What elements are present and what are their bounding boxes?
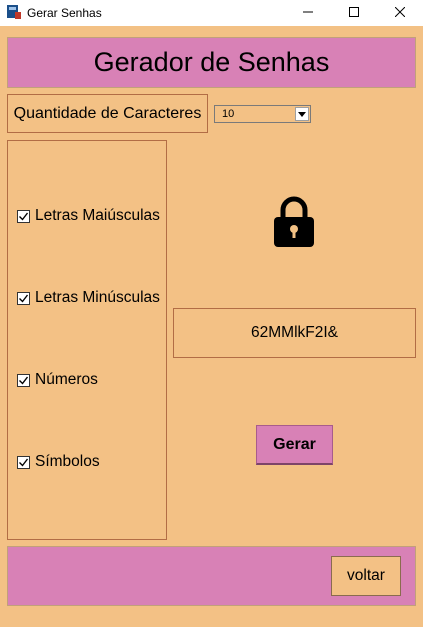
lowercase-label: Letras Minúsculas (35, 289, 160, 306)
length-label: Quantidade de Caracteres (13, 104, 202, 122)
option-uppercase[interactable]: Letras Maiúsculas (17, 206, 160, 226)
generate-button-label: Gerar (273, 435, 316, 453)
numbers-checkbox[interactable] (17, 373, 30, 387)
length-select[interactable]: 10 (214, 105, 311, 123)
lock-icon (272, 196, 316, 248)
option-lowercase[interactable]: Letras Minúsculas (17, 288, 160, 308)
uppercase-checkbox[interactable] (17, 209, 30, 223)
minimize-button[interactable] (285, 0, 331, 26)
window-title: Gerar Senhas (27, 6, 102, 20)
numbers-label: Números (35, 371, 98, 388)
password-output: 62MMlkF2I& (173, 308, 416, 358)
option-numbers[interactable]: Números (17, 370, 98, 390)
dropdown-arrow-icon[interactable] (295, 107, 309, 121)
app-icon (6, 4, 22, 20)
maximize-button[interactable] (331, 0, 377, 26)
back-button[interactable]: voltar (331, 556, 401, 596)
generate-button[interactable]: Gerar (256, 425, 333, 465)
window-titlebar[interactable]: Gerar Senhas (0, 0, 423, 26)
options-panel: Letras Maiúsculas Letras Minúsculas Núme… (7, 140, 167, 540)
close-icon (394, 4, 406, 22)
lowercase-checkbox[interactable] (17, 291, 30, 305)
header-banner: Gerador de Senhas (7, 37, 416, 88)
back-button-label: voltar (347, 567, 385, 584)
option-symbols[interactable]: Símbolos (17, 452, 100, 472)
symbols-checkbox[interactable] (17, 455, 30, 469)
minimize-icon (303, 4, 313, 22)
length-label-box: Quantidade de Caracteres (7, 94, 208, 133)
page-title: Gerador de Senhas (93, 47, 330, 77)
close-button[interactable] (377, 0, 423, 26)
length-select-value: 10 (222, 108, 235, 120)
uppercase-label: Letras Maiúsculas (35, 207, 160, 224)
maximize-icon (349, 4, 359, 22)
symbols-label: Símbolos (35, 453, 100, 470)
footer-bar: voltar (7, 546, 416, 606)
password-text: 62MMlkF2I& (251, 324, 338, 341)
